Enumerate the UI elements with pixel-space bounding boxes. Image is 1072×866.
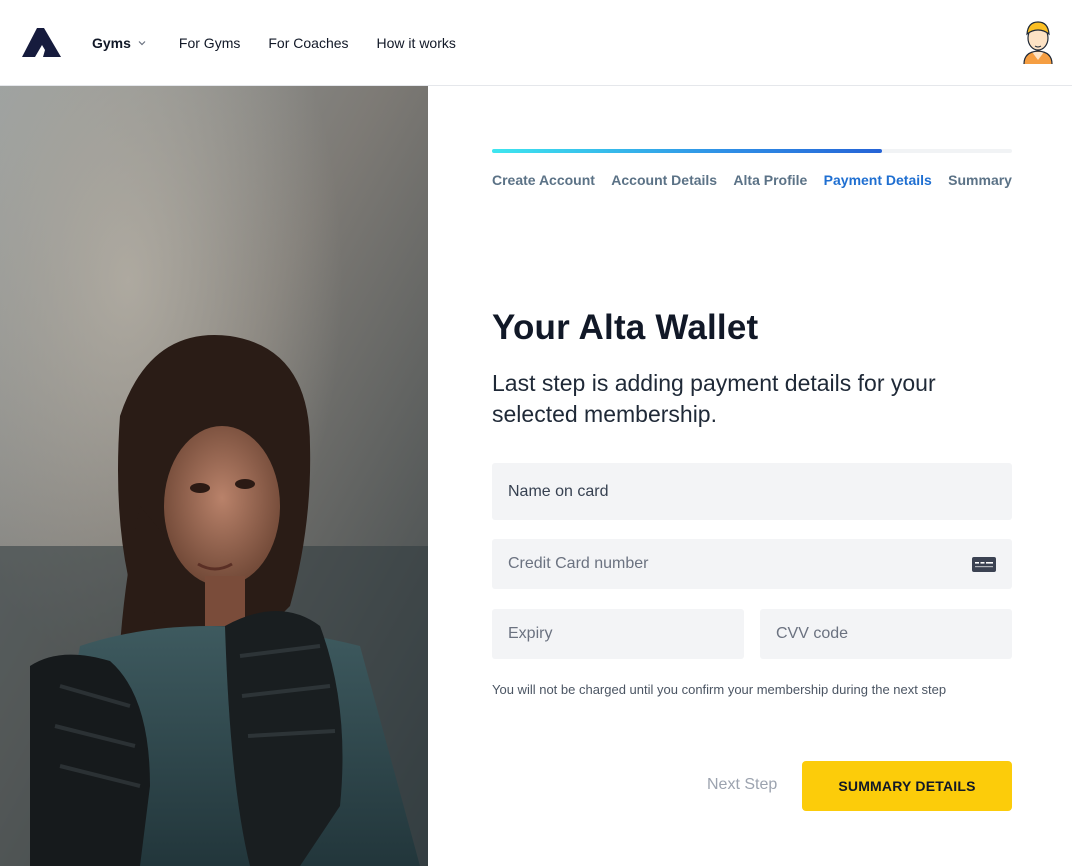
user-avatar-icon[interactable] <box>1018 18 1058 66</box>
top-header: Gyms For Gyms For Coaches How it works <box>0 0 1072 86</box>
step-nav: Create Account Account Details Alta Prof… <box>492 172 1012 188</box>
progress-bar <box>492 149 1012 153</box>
step-summary[interactable]: Summary <box>948 172 1012 188</box>
nav-for-coaches[interactable]: For Coaches <box>268 34 348 52</box>
credit-card-number-input[interactable] <box>492 539 1012 589</box>
expiry-input[interactable] <box>492 609 744 659</box>
main-nav: Gyms For Gyms For Coaches How it works <box>92 34 456 52</box>
step-account-details[interactable]: Account Details <box>611 172 717 188</box>
nav-for-gyms[interactable]: For Gyms <box>179 34 240 52</box>
next-step-link[interactable]: Next Step <box>707 776 777 794</box>
credit-card-icon <box>972 557 996 572</box>
charge-notice: You will not be charged until you confir… <box>492 682 947 697</box>
step-alta-profile[interactable]: Alta Profile <box>733 172 807 188</box>
signup-panel: Create Account Account Details Alta Prof… <box>428 86 1072 866</box>
step-create-account[interactable]: Create Account <box>492 172 595 188</box>
nav-gyms-dropdown[interactable]: Gyms <box>92 34 147 52</box>
hero-image <box>0 86 428 866</box>
page-title: Your Alta Wallet <box>492 308 759 347</box>
nav-how-it-works[interactable]: How it works <box>377 34 456 52</box>
cvv-input[interactable] <box>760 609 1012 659</box>
alta-logo-icon[interactable] <box>22 28 62 58</box>
nav-gyms-label: Gyms <box>92 35 131 51</box>
boxer-photo <box>0 86 428 866</box>
chevron-down-icon <box>138 41 146 46</box>
page-subtitle: Last step is adding payment details for … <box>492 370 936 427</box>
name-on-card-input[interactable] <box>492 463 1012 520</box>
step-payment-details[interactable]: Payment Details <box>824 172 932 188</box>
progress-bar-fill <box>492 149 882 153</box>
summary-details-button[interactable]: SUMMARY DETAILS <box>802 761 1012 811</box>
